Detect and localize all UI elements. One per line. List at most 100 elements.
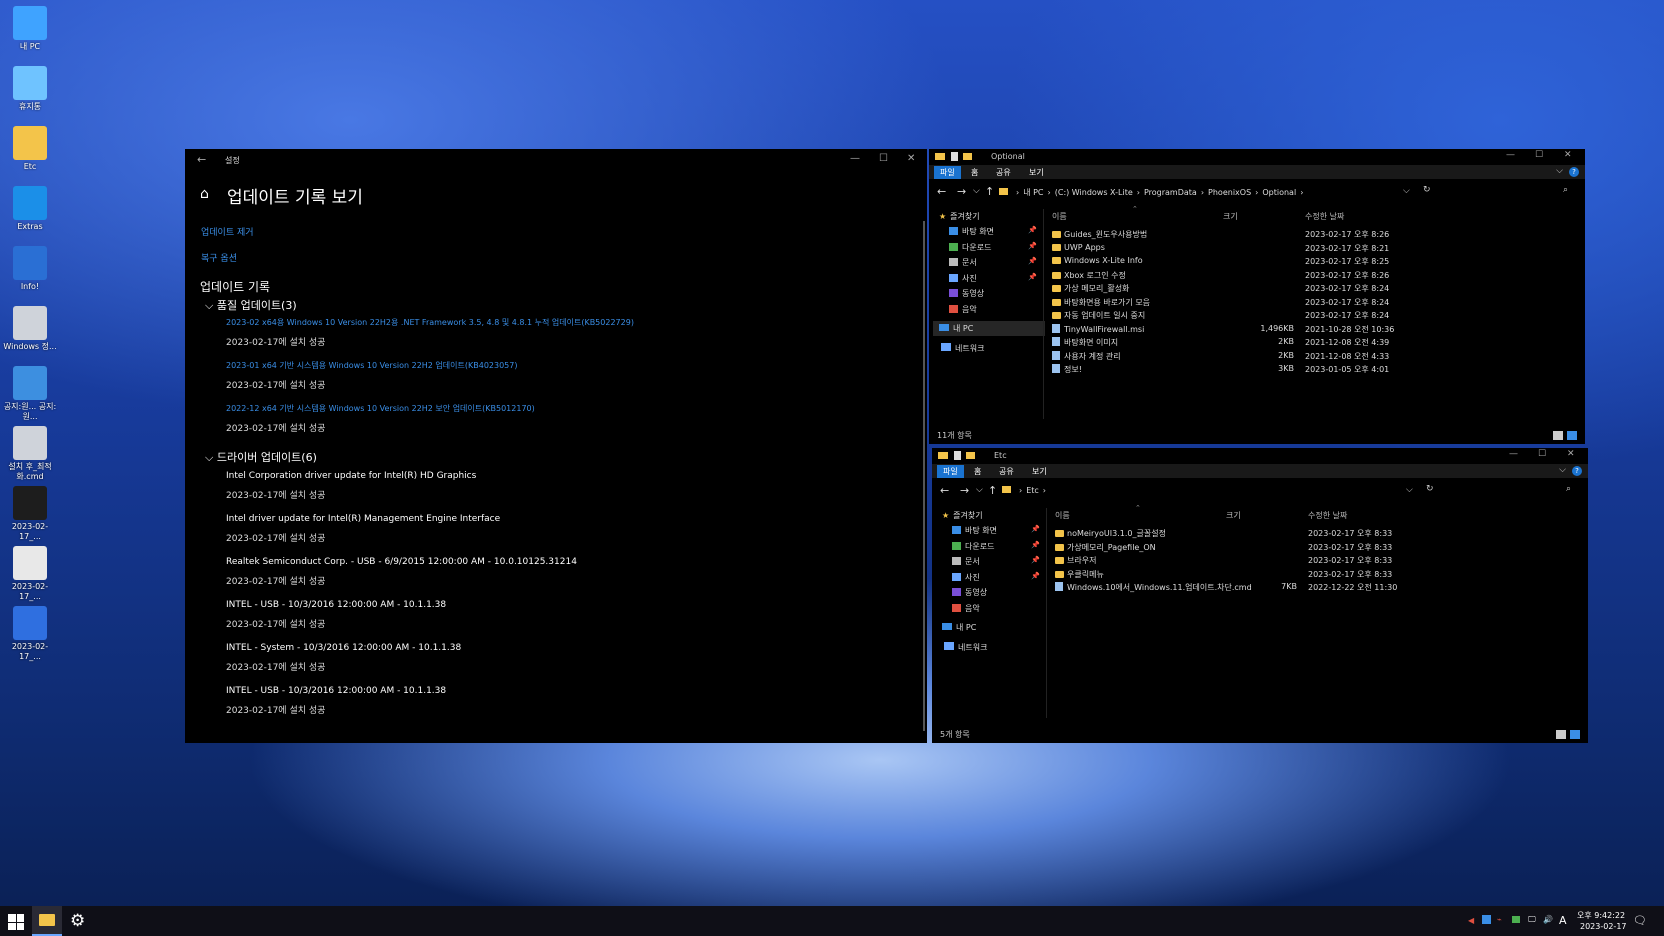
desktop-icon[interactable]: 내 PC xyxy=(2,6,58,52)
file-row[interactable]: noMeiryoUI3.1.0_글꼴설정 2023-02-17 오후 8:33 xyxy=(932,528,1588,541)
home-icon[interactable]: ⌂ xyxy=(200,186,209,202)
settings-link[interactable]: 복구 옵션 xyxy=(201,251,237,264)
file-row[interactable]: 우클릭메뉴 2023-02-17 오후 8:33 xyxy=(932,569,1588,582)
quality-group-header[interactable]: ⌵ 품질 업데이트(3) xyxy=(205,297,297,313)
chevron-down-icon[interactable]: ⌵ xyxy=(1559,465,1566,475)
breadcrumb-separator[interactable]: › xyxy=(1043,486,1046,495)
tray-network-warning-icon[interactable]: ⌁ xyxy=(1497,915,1502,924)
back-arrow-icon[interactable]: ← xyxy=(197,153,206,166)
desktop-icon[interactable]: Extras xyxy=(2,186,58,232)
quality-update-link[interactable]: 2023-01 x64 기반 시스템용 Windows 10 Version 2… xyxy=(226,360,517,371)
settings-gear-icon[interactable]: ⚙ xyxy=(70,911,85,931)
nav-this-pc[interactable]: 내 PC xyxy=(936,620,1048,635)
forward-arrow-icon[interactable]: → xyxy=(957,185,966,198)
desktop-icon[interactable]: 2023-02-17_... xyxy=(2,486,58,542)
maximize-button[interactable]: ☐ xyxy=(879,153,888,164)
breadcrumb-item[interactable]: ProgramData xyxy=(1144,188,1197,197)
breadcrumb-item[interactable]: Optional xyxy=(1262,188,1296,197)
forward-arrow-icon[interactable]: → xyxy=(960,484,969,497)
column-header[interactable]: 크기 xyxy=(1226,510,1241,521)
back-arrow-icon[interactable]: ← xyxy=(937,185,946,198)
desktop-icon[interactable]: Info! xyxy=(2,246,58,292)
tray-arrow-icon[interactable]: ◀ xyxy=(1468,916,1474,925)
file-row[interactable]: 자동 업데이트 일시 중지 2023-02-17 오후 8:24 xyxy=(929,310,1585,323)
large-icons-view-icon[interactable] xyxy=(1567,431,1577,440)
settings-link[interactable]: 업데이트 제거 xyxy=(201,225,254,238)
notification-icon[interactable]: 🗨 xyxy=(1633,914,1647,927)
breadcrumb-separator[interactable]: › xyxy=(1016,188,1019,197)
desktop-icon[interactable]: Etc xyxy=(2,126,58,172)
file-row[interactable]: TinyWallFirewall.msi 1,496KB 2021-10-28 오전… xyxy=(929,323,1585,337)
details-view-icon[interactable] xyxy=(1553,431,1563,440)
ribbon-tab[interactable]: 보기 xyxy=(1023,166,1050,179)
help-icon[interactable]: ? xyxy=(1572,466,1582,476)
close-button[interactable]: ✕ xyxy=(907,153,915,164)
nav-item[interactable]: 음악 xyxy=(952,603,1040,614)
column-header[interactable]: 수정한 날짜 xyxy=(1305,211,1344,222)
file-row[interactable]: 바탕화면용 바로가기 모음 2023-02-17 오후 8:24 xyxy=(929,297,1585,310)
ribbon-tab[interactable]: 파일 xyxy=(934,166,961,179)
breadcrumb-item[interactable]: (C:) Windows X-Lite xyxy=(1055,188,1133,197)
breadcrumb-separator[interactable]: › xyxy=(1019,486,1022,495)
clock-date[interactable]: 2023-02-17 xyxy=(1580,922,1627,931)
column-header[interactable]: 이름 xyxy=(1055,510,1070,521)
column-header[interactable]: 수정한 날짜 xyxy=(1308,510,1347,521)
breadcrumb-separator[interactable]: › xyxy=(1137,188,1140,197)
breadcrumb-separator[interactable]: › xyxy=(1201,188,1204,197)
ribbon-tab[interactable]: 홈 xyxy=(968,465,987,478)
nav-quick-access[interactable]: ★ 즐겨찾기 xyxy=(939,211,980,222)
search-icon[interactable]: ⌕ xyxy=(1566,484,1571,494)
breadcrumb-separator[interactable]: › xyxy=(1048,188,1051,197)
chevron-down-icon[interactable]: ⌵ xyxy=(1556,166,1563,176)
breadcrumb-item[interactable]: PhoenixOS xyxy=(1208,188,1251,197)
desktop-icon[interactable]: 공지:원... 공지:원... xyxy=(2,366,58,422)
breadcrumb-item[interactable]: Etc xyxy=(1026,486,1039,495)
breadcrumb-separator[interactable]: › xyxy=(1300,188,1303,197)
up-arrow-icon[interactable]: ↑ xyxy=(985,185,994,198)
quality-update-link[interactable]: 2023-02 x64용 Windows 10 Version 22H2용 .N… xyxy=(226,317,634,328)
ribbon-tab[interactable]: 공유 xyxy=(990,166,1017,179)
minimize-button[interactable]: — xyxy=(1509,449,1518,459)
address-bar[interactable]: › Etc › xyxy=(1002,486,1422,495)
ime-indicator[interactable]: A xyxy=(1559,914,1567,927)
desktop-icon[interactable]: 2023-02-17_... xyxy=(2,606,58,662)
file-row[interactable]: 사용자 계정 관리 2KB 2021-12-08 오전 4:33 xyxy=(929,350,1585,364)
nav-network[interactable]: 네트워크 xyxy=(944,642,987,653)
details-view-icon[interactable] xyxy=(1556,730,1566,739)
refresh-icon[interactable]: ↻ xyxy=(1426,484,1434,494)
desktop-icon[interactable]: 설치 후_최적화.cmd xyxy=(2,426,58,482)
file-row[interactable]: Windows X-Lite Info 2023-02-17 오후 8:25 xyxy=(929,256,1585,269)
minimize-button[interactable]: — xyxy=(850,153,860,164)
file-row[interactable]: 가상 메모리_활성화 2023-02-17 오후 8:24 xyxy=(929,283,1585,296)
address-dropdown-icon[interactable]: ⌵ xyxy=(1403,186,1410,196)
recent-locations-icon[interactable]: ⌵ xyxy=(973,186,980,196)
address-bar[interactable]: › 내 PC › (C:) Windows X-Lite › ProgramData › Ph… xyxy=(999,187,1419,198)
quality-update-link[interactable]: 2022-12 x64 기반 시스템용 Windows 10 Version 2… xyxy=(226,403,535,414)
file-row[interactable]: 바탕화면 이미지 2KB 2021-12-08 오전 4:39 xyxy=(929,337,1585,350)
new-folder-icon[interactable] xyxy=(963,153,972,160)
back-arrow-icon[interactable]: ← xyxy=(940,484,949,497)
column-header[interactable]: 크기 xyxy=(1223,211,1238,222)
file-explorer-taskbar-button[interactable] xyxy=(32,906,62,936)
maximize-button[interactable]: ☐ xyxy=(1538,449,1546,459)
nav-quick-access[interactable]: ★ 즐겨찾기 xyxy=(942,510,983,521)
desktop-icon[interactable]: Windows 정... xyxy=(2,306,58,352)
column-header[interactable]: 이름 xyxy=(1052,211,1067,222)
ribbon-tab[interactable]: 홈 xyxy=(965,166,984,179)
maximize-button[interactable]: ☐ xyxy=(1535,150,1543,160)
tray-app-icon[interactable] xyxy=(1482,915,1491,924)
driver-group-header[interactable]: ⌵ 드라이버 업데이트(6) xyxy=(205,449,317,465)
file-row[interactable]: Guides_윈도우사용방법 2023-02-17 오후 8:26 xyxy=(929,229,1585,242)
minimize-button[interactable]: — xyxy=(1506,150,1515,160)
large-icons-view-icon[interactable] xyxy=(1570,730,1580,739)
close-button[interactable]: ✕ xyxy=(1567,449,1575,459)
file-row[interactable]: Windows.10에서_Windows.11.업데이트.차단.cmd 7KB 20… xyxy=(932,582,1588,595)
quick-access-toolbar-icon[interactable] xyxy=(951,152,958,161)
breadcrumb-separator[interactable]: › xyxy=(1255,188,1258,197)
start-windows-icon[interactable] xyxy=(8,914,24,930)
quick-access-toolbar-icon[interactable] xyxy=(954,451,961,460)
refresh-icon[interactable]: ↻ xyxy=(1423,185,1431,195)
clock-time[interactable]: 오후 9:42:22 xyxy=(1577,910,1625,921)
file-row[interactable]: 브라우저 2023-02-17 오후 8:33 xyxy=(932,555,1588,568)
file-row[interactable]: Xbox 로그인 수정 2023-02-17 오후 8:26 xyxy=(929,270,1585,283)
